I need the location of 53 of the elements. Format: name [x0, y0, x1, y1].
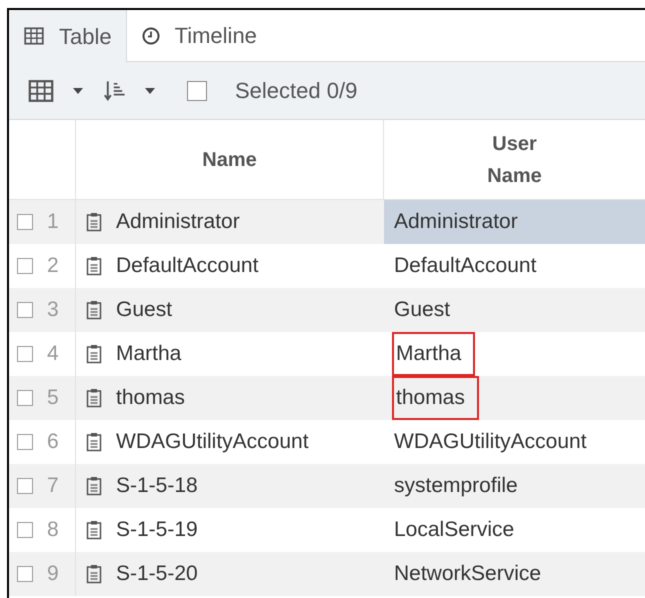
clipboard-icon [86, 476, 102, 496]
checkbox[interactable] [17, 214, 33, 230]
row-number: 3 [47, 297, 59, 324]
table-cell: thomas [392, 376, 479, 420]
table-cell-text: Administrator [116, 209, 240, 236]
table-cell: Martha [392, 332, 476, 376]
table-cell-text: S-1-5-18 [116, 473, 198, 500]
table-cell-text: systemprofile [393, 473, 519, 500]
table-cell-text: LocalService [393, 517, 516, 544]
table-cell-text: Guest [116, 297, 172, 324]
table-cell-text: DefaultAccount [116, 253, 258, 280]
table-cell-text: S-1-5-19 [116, 517, 198, 544]
row-number: 4 [47, 341, 59, 368]
checkbox[interactable] [17, 258, 33, 274]
sort-icon[interactable] [103, 78, 127, 102]
table-cell-text: DefaultAccount [393, 253, 538, 280]
tab[interactable]: Timeline [126, 10, 645, 62]
checkbox[interactable] [17, 390, 33, 406]
row-number: 8 [47, 517, 59, 544]
table-cell-text: S-1-5-20 [116, 561, 198, 588]
clock-icon [140, 26, 161, 46]
checkbox[interactable] [17, 478, 33, 494]
clipboard-icon [86, 256, 102, 276]
clipboard-icon [86, 344, 102, 364]
table-cell-text: thomas [116, 385, 185, 412]
row-number: 6 [47, 429, 59, 456]
checkbox[interactable] [17, 566, 33, 582]
clipboard-icon [86, 300, 102, 320]
table-cell-text: Administrator [393, 209, 519, 236]
clipboard-icon [86, 388, 102, 408]
clipboard-icon [86, 212, 102, 232]
clipboard-icon [86, 564, 102, 584]
caret-icon[interactable] [73, 88, 83, 94]
checkbox[interactable] [17, 434, 33, 450]
selected-count: Selected 0/9 [235, 77, 358, 105]
row-number: 9 [47, 561, 59, 588]
select-all-checkbox[interactable] [187, 80, 207, 100]
row-number: 1 [47, 209, 59, 236]
table-cell-text: WDAGUtilityAccount [393, 429, 588, 456]
checkbox[interactable] [17, 522, 33, 538]
clipboard-icon [86, 520, 102, 540]
row-number: 7 [47, 473, 59, 500]
table-cell-text: WDAGUtilityAccount [116, 429, 309, 456]
checkbox[interactable] [17, 346, 33, 362]
table-cell-text: Guest [393, 297, 452, 324]
row-number: 5 [47, 385, 59, 412]
table-cell-text: NetworkService [393, 561, 542, 588]
clipboard-icon [86, 432, 102, 452]
caret-icon[interactable] [145, 88, 155, 94]
table-cell-text: Martha [116, 341, 182, 368]
checkbox[interactable] [17, 302, 33, 318]
row-number: 2 [47, 253, 59, 280]
table-icon [23, 25, 45, 47]
